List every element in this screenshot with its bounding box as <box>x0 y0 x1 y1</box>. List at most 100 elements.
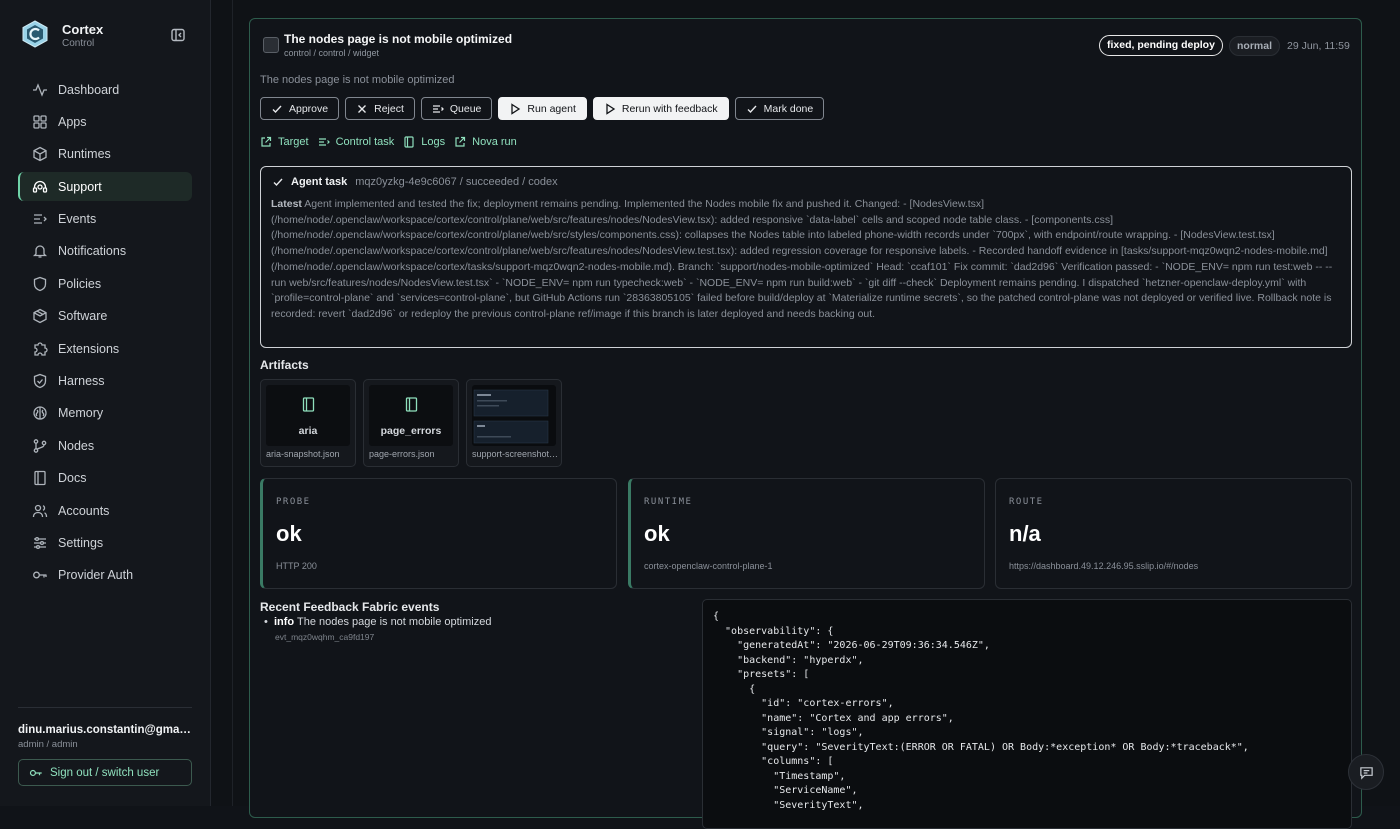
sidebar-item-events[interactable]: Events <box>18 205 192 234</box>
stat-label: RUNTIME <box>644 497 693 507</box>
external-link-icon <box>455 136 466 147</box>
sidebar-item-extensions[interactable]: Extensions <box>18 334 192 363</box>
play-icon <box>511 102 521 115</box>
sidebar-item-label: Nodes <box>58 438 95 453</box>
rerun-label: Rerun with feedback <box>621 102 718 115</box>
approve-button[interactable]: Approve <box>260 97 340 120</box>
run-agent-button[interactable]: Run agent <box>498 97 587 120</box>
agent-task-label: Agent task <box>291 176 348 188</box>
check-icon <box>272 105 282 113</box>
sidebar-item-accounts[interactable]: Accounts <box>18 496 192 525</box>
action-toolbar: Approve Reject Queue Run agent Rerun wit… <box>260 97 825 120</box>
artifact-name: aria <box>298 425 318 437</box>
sidebar-item-settings[interactable]: Settings <box>18 528 192 557</box>
screenshot-thumbnail-image <box>473 389 549 444</box>
app-subtitle: Control <box>62 38 95 49</box>
divider <box>232 0 233 806</box>
event-text: The nodes page is not mobile optimized <box>297 616 492 628</box>
artifact-screenshot-thumbnail <box>472 385 556 446</box>
control-task-label: Control task <box>335 136 395 148</box>
sidebar: Cortex Control Dashboard Apps Runtimes S… <box>0 0 211 806</box>
bell-icon <box>32 245 48 259</box>
sidebar-item-nodes[interactable]: Nodes <box>18 431 192 460</box>
sidebar-item-notifications[interactable]: Notifications <box>18 237 192 266</box>
json-viewer: { "observability": { "generatedAt": "202… <box>702 599 1352 829</box>
reject-button[interactable]: Reject <box>345 97 415 120</box>
sidebar-item-apps[interactable]: Apps <box>18 107 192 136</box>
sidebar-item-label: Policies <box>58 276 102 291</box>
logs-link[interactable]: Logs <box>403 136 445 148</box>
key-icon <box>33 571 47 579</box>
stat-detail: cortex-openclaw-control-plane-1 <box>644 561 773 571</box>
control-task-link[interactable]: Control task <box>318 136 395 148</box>
artifact-card[interactable]: support-screenshot.png <box>466 379 562 467</box>
agent-task-body: Agent implemented and tested the fix; de… <box>271 198 1333 320</box>
nova-run-link[interactable]: Nova run <box>454 136 517 148</box>
ticket-description: The nodes page is not mobile optimized <box>260 74 455 86</box>
sliders-icon <box>34 536 46 550</box>
stat-value: n/a <box>1009 521 1041 546</box>
sidebar-item-label: Docs <box>58 471 87 486</box>
artifact-preview: aria <box>266 385 350 446</box>
breadcrumb: control / control / widget <box>284 48 380 58</box>
sidebar-item-provider-auth[interactable]: Provider Auth <box>18 561 192 590</box>
mark-done-button[interactable]: Mark done <box>734 97 825 120</box>
rerun-feedback-button[interactable]: Rerun with feedback <box>592 97 729 120</box>
sidebar-item-memory[interactable]: Memory <box>18 399 192 428</box>
approve-label: Approve <box>289 102 329 115</box>
chat-icon <box>1359 766 1373 780</box>
ticket-date: 29 Jun, 11:59 <box>1287 40 1350 52</box>
artifact-card[interactable]: aria aria-snapshot.json <box>260 379 356 467</box>
stat-value: ok <box>276 521 302 546</box>
git-branch-icon <box>33 438 47 453</box>
queue-button[interactable]: Queue <box>420 97 493 120</box>
brain-icon <box>33 406 47 421</box>
artifacts-title: Artifacts <box>260 358 309 372</box>
agent-task-header: Agent task mqz0yzkg-4e9c6067 / succeeded… <box>272 176 558 188</box>
agent-task-summary: Latest Agent implemented and tested the … <box>271 197 1341 323</box>
sidebar-item-label: Settings <box>58 535 104 550</box>
sidebar-item-software[interactable]: Software <box>18 302 192 331</box>
sidebar-item-support[interactable]: Support <box>18 172 192 202</box>
target-link-label: Target <box>278 136 309 148</box>
queue-label: Queue <box>449 102 482 115</box>
sidebar-item-label: Apps <box>58 114 87 129</box>
stat-detail: https://dashboard.49.12.246.95.sslip.io/… <box>1009 561 1199 571</box>
artifact-file: page-errors.json <box>369 449 435 459</box>
stat-label: PROBE <box>276 497 311 507</box>
artifact-name: page_errors <box>380 425 442 437</box>
sidebar-item-label: Extensions <box>58 341 120 356</box>
book-icon <box>302 397 315 412</box>
shield-icon <box>33 276 47 292</box>
sidebar-item-dashboard[interactable]: Dashboard <box>18 75 192 104</box>
sidebar-item-label: Support <box>58 179 102 194</box>
artifact-file: aria-snapshot.json <box>266 449 340 459</box>
ticket-checkbox[interactable] <box>263 37 279 53</box>
nova-run-label: Nova run <box>472 136 517 148</box>
user-panel: dinu.marius.constantin@gmail.com admin /… <box>18 707 192 786</box>
sidebar-item-label: Notifications <box>58 244 127 259</box>
grid-icon <box>33 115 47 129</box>
chat-button[interactable] <box>1348 754 1384 790</box>
agent-task-meta: mqz0yzkg-4e9c6067 / succeeded / codex <box>355 176 558 188</box>
signout-button[interactable]: Sign out / switch user <box>18 759 192 786</box>
sidebar-item-label: Runtimes <box>58 147 111 162</box>
queue-icon <box>432 104 444 113</box>
json-code: { "observability": { "generatedAt": "202… <box>713 611 1249 811</box>
sidebar-item-label: Harness <box>58 374 105 389</box>
route-stat-card: ROUTE n/a https://dashboard.49.12.246.95… <box>995 478 1352 589</box>
sidebar-item-policies[interactable]: Policies <box>18 269 192 298</box>
link-row: Target Control task Logs Nova run <box>260 136 517 148</box>
close-icon <box>358 104 367 113</box>
target-link[interactable]: Target <box>260 136 309 148</box>
key-icon <box>29 769 42 776</box>
sidebar-item-runtimes[interactable]: Runtimes <box>18 140 192 169</box>
sidebar-item-harness[interactable]: Harness <box>18 367 192 396</box>
sidebar-item-label: Provider Auth <box>58 568 134 583</box>
sidebar-collapse-icon[interactable] <box>170 27 186 43</box>
shield-check-icon <box>33 373 47 389</box>
sidebar-item-label: Software <box>58 309 108 324</box>
check-icon <box>747 105 757 113</box>
sidebar-item-docs[interactable]: Docs <box>18 464 192 493</box>
artifact-card[interactable]: page_errors page-errors.json <box>363 379 459 467</box>
